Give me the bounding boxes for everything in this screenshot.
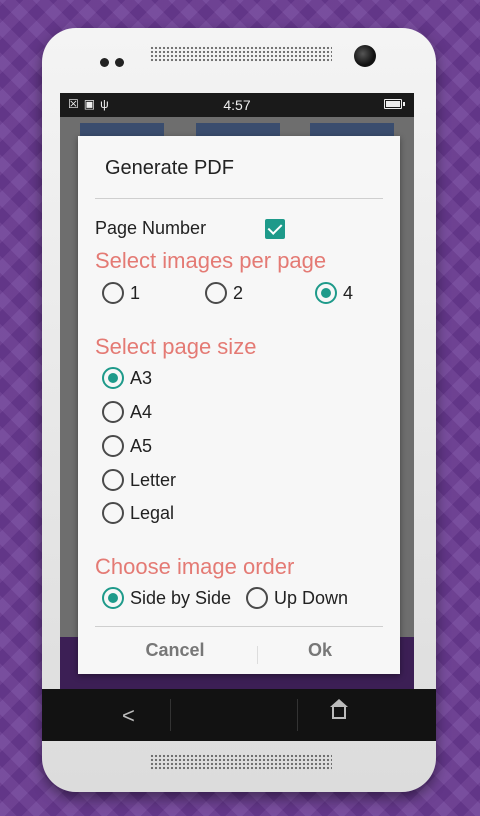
earpiece-grille	[150, 46, 332, 62]
option-label: A4	[130, 401, 153, 422]
buttons-divider	[95, 626, 383, 627]
radio-button[interactable]	[102, 502, 124, 524]
thumbnail[interactable]	[196, 123, 280, 137]
option-label: Letter	[130, 469, 177, 490]
option-label: A3	[130, 367, 153, 388]
option-label: A5	[130, 435, 153, 456]
page-size-option-a5[interactable]: A5	[102, 435, 152, 457]
back-icon[interactable]: <	[122, 703, 135, 729]
thumbnail[interactable]	[310, 123, 394, 137]
generate-pdf-dialog: Generate PDF Page Number Select images p…	[78, 136, 400, 674]
option-label: Side by Side	[130, 587, 232, 608]
button-separator	[257, 646, 258, 664]
status-time: 4:57	[223, 97, 251, 113]
radio-button[interactable]	[205, 282, 227, 304]
sensor-dots	[100, 58, 124, 67]
page-size-option-letter[interactable]: Letter	[102, 469, 176, 491]
ok-button[interactable]: Ok	[260, 640, 380, 661]
option-label: 1	[130, 282, 141, 303]
radio-button[interactable]	[102, 469, 124, 491]
option-label: 4	[343, 282, 354, 303]
nav-divider	[297, 699, 298, 731]
home-icon[interactable]	[330, 699, 348, 719]
page-number-row[interactable]: Page Number	[95, 218, 285, 239]
image-order-option-up-down[interactable]: Up Down	[246, 587, 348, 609]
radio-button-selected[interactable]	[102, 587, 124, 609]
title-divider	[95, 198, 383, 199]
battery-icon	[384, 99, 405, 109]
page-size-option-legal[interactable]: Legal	[102, 502, 174, 524]
page-number-checkbox[interactable]	[265, 218, 285, 239]
page-size-heading: Select page size	[95, 334, 257, 359]
image-order-heading: Choose image order	[95, 554, 295, 579]
cancel-button[interactable]: Cancel	[115, 640, 235, 661]
images-per-page-option-4[interactable]: 4	[315, 282, 353, 304]
front-camera	[354, 45, 376, 67]
dialog-title: Generate PDF	[105, 157, 234, 179]
status-bar: ☒ ▣ ψ 4:57	[60, 93, 414, 117]
page-number-label: Page Number	[95, 218, 207, 238]
images-per-page-heading: Select images per page	[95, 248, 327, 273]
option-label: Up Down	[274, 587, 349, 608]
images-per-page-option-1[interactable]: 1	[102, 282, 140, 304]
option-label: Legal	[130, 502, 175, 523]
radio-button[interactable]	[102, 435, 124, 457]
radio-button-selected[interactable]	[315, 282, 337, 304]
page-size-option-a3[interactable]: A3	[102, 367, 152, 389]
nav-divider	[170, 699, 171, 731]
speaker-grille	[150, 754, 332, 770]
radio-button[interactable]	[246, 587, 268, 609]
image-order-option-side-by-side[interactable]: Side by Side	[102, 587, 231, 609]
navigation-bar: <	[42, 689, 436, 741]
option-label: 2	[233, 282, 244, 303]
page-size-option-a4[interactable]: A4	[102, 401, 152, 423]
thumbnail[interactable]	[80, 123, 164, 137]
image-thumbnails	[60, 117, 414, 137]
radio-button[interactable]	[102, 401, 124, 423]
images-per-page-option-2[interactable]: 2	[205, 282, 243, 304]
radio-button-selected[interactable]	[102, 367, 124, 389]
radio-button[interactable]	[102, 282, 124, 304]
